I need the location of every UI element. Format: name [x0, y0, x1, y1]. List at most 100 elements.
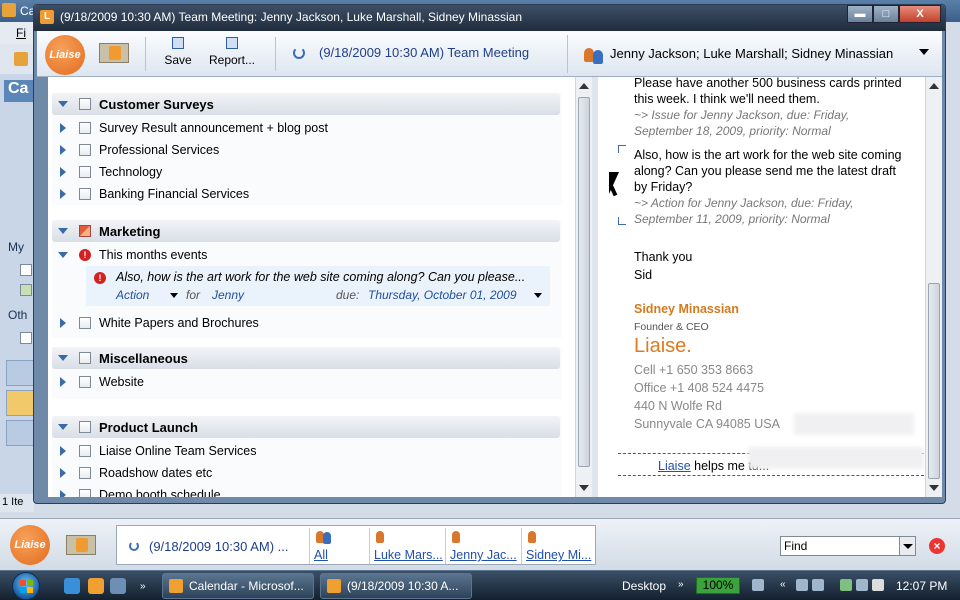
list-item[interactable]: Professional Services — [52, 139, 560, 161]
list-item[interactable]: Banking Financial Services — [52, 183, 560, 205]
attendees-dropdown[interactable]: Jenny Jackson; Luke Marshall; Sidney Min… — [567, 35, 939, 73]
expand-icon[interactable] — [60, 377, 66, 387]
contacts-nav-button[interactable] — [6, 420, 34, 446]
item-checkbox[interactable] — [79, 144, 91, 156]
close-icon[interactable]: × — [929, 538, 945, 554]
taskbar-item-calendar[interactable]: Calendar - Microsof... — [162, 573, 314, 599]
type-dropdown-icon[interactable] — [170, 293, 178, 298]
expand-icon[interactable] — [60, 318, 66, 328]
liaise-toolbar-icon[interactable] — [14, 52, 28, 66]
list-item[interactable]: White Papers and Brochures — [52, 312, 560, 334]
taskbar-item-meeting[interactable]: (9/18/2009 10:30 A... — [320, 573, 472, 599]
power-icon[interactable] — [840, 579, 852, 591]
date-dropdown-icon[interactable] — [534, 293, 542, 298]
group-checkbox[interactable] — [79, 352, 91, 364]
item-checkbox[interactable] — [79, 317, 91, 329]
group-header[interactable]: Marketing — [52, 220, 560, 242]
expand-icon[interactable] — [60, 446, 66, 456]
person-all[interactable]: All — [309, 528, 369, 564]
collapse-icon[interactable] — [58, 424, 68, 430]
volume-icon[interactable] — [872, 579, 884, 591]
person-luke[interactable]: Luke Mars... — [369, 528, 445, 564]
calendar-nav-button[interactable] — [6, 390, 34, 416]
scroll-up-icon[interactable] — [579, 83, 589, 89]
scroll-down-icon[interactable] — [579, 485, 589, 491]
network-icon[interactable] — [752, 579, 764, 591]
collapse-icon[interactable] — [58, 228, 68, 234]
collapse-icon[interactable] — [58, 252, 68, 258]
expand-icon[interactable] — [60, 123, 66, 133]
find-input[interactable]: Find — [780, 536, 916, 556]
item-checkbox[interactable] — [79, 376, 91, 388]
person-jenny[interactable]: Jenny Jac... — [445, 528, 521, 564]
save-button[interactable]: Save — [163, 37, 193, 67]
calendar-checkbox[interactable] — [20, 264, 32, 276]
meeting-link[interactable]: (9/18/2009 10:30 AM) ... — [149, 539, 288, 554]
battery-indicator[interactable]: 100% — [696, 577, 740, 594]
liaise-logo[interactable]: Liaise — [45, 35, 85, 75]
collapse-icon[interactable] — [58, 101, 68, 107]
expand-icon[interactable] — [60, 189, 66, 199]
liaise-logo[interactable]: Liaise — [10, 525, 50, 565]
mail-nav-button[interactable] — [6, 360, 34, 386]
file-menu[interactable]: Fi — [16, 26, 26, 40]
scroll-down-icon[interactable] — [929, 485, 939, 491]
liaise-mail-icon[interactable] — [99, 43, 129, 63]
chevron-right-icon[interactable]: » — [678, 579, 690, 591]
expand-icon[interactable] — [60, 167, 66, 177]
chevron-down-icon[interactable] — [919, 49, 929, 55]
chevron-right-icon[interactable]: » — [140, 581, 150, 592]
list-item[interactable]: ! This months events — [52, 244, 560, 266]
expand-icon[interactable] — [60, 145, 66, 155]
window-titlebar[interactable]: L (9/18/2009 10:30 AM) Team Meeting: Jen… — [34, 5, 945, 31]
item-checkbox[interactable] — [79, 445, 91, 457]
tray-app-icon[interactable] — [796, 579, 808, 591]
list-item[interactable]: Technology — [52, 161, 560, 183]
history-icon[interactable] — [293, 47, 305, 59]
list-item[interactable]: Demo booth schedule — [52, 484, 560, 497]
clock[interactable]: 12:07 PM — [896, 579, 947, 593]
list-item[interactable]: Survey Result announcement + blog post — [52, 117, 560, 139]
ie-icon[interactable] — [64, 578, 80, 594]
group-checkbox[interactable] — [79, 98, 91, 110]
list-item[interactable]: Liaise Online Team Services — [52, 440, 560, 462]
item-checkbox[interactable] — [79, 188, 91, 200]
history-icon[interactable] — [129, 541, 139, 551]
item-checkbox[interactable] — [79, 467, 91, 479]
due-date[interactable]: Thursday, October 01, 2009 — [368, 288, 517, 302]
action-person[interactable]: Jenny — [212, 288, 244, 302]
action-item[interactable]: ! Also, how is the art work for the web … — [86, 266, 550, 306]
group-header[interactable]: Customer Surveys — [52, 93, 560, 115]
chevron-left-icon[interactable]: « — [780, 579, 792, 591]
group-header[interactable]: Miscellaneous — [52, 347, 560, 369]
expand-icon[interactable] — [60, 468, 66, 478]
group-checkbox[interactable] — [79, 225, 91, 237]
person-sidney[interactable]: Sidney Mi... — [521, 528, 595, 564]
minimize-button[interactable]: ▬ — [847, 5, 873, 23]
agenda-scrollbar[interactable] — [575, 77, 592, 497]
report-button[interactable]: Report... — [207, 37, 257, 67]
liaise-link[interactable]: Liaise — [658, 459, 691, 473]
calendar-checkbox-checked[interactable] — [20, 284, 32, 296]
tray-app-icon[interactable] — [856, 579, 868, 591]
desktop-toolbar-label[interactable]: Desktop — [622, 579, 666, 593]
collapse-icon[interactable] — [58, 355, 68, 361]
email-scrollbar[interactable] — [925, 77, 942, 497]
start-button[interactable] — [4, 571, 50, 600]
scroll-thumb[interactable] — [928, 283, 940, 479]
list-item[interactable]: Website — [52, 371, 560, 393]
item-checkbox[interactable] — [79, 122, 91, 134]
list-item[interactable]: Roadshow dates etc — [52, 462, 560, 484]
liaise-quicklaunch-icon[interactable] — [88, 578, 104, 594]
close-button[interactable]: X — [899, 5, 941, 23]
background-menubar[interactable]: Fi — [0, 22, 34, 44]
scroll-up-icon[interactable] — [929, 83, 939, 89]
show-desktop-icon[interactable] — [110, 578, 126, 594]
chevron-down-icon[interactable] — [899, 537, 915, 555]
scroll-thumb[interactable] — [578, 97, 590, 467]
tray-app-icon[interactable] — [812, 579, 824, 591]
group-header[interactable]: Product Launch — [52, 416, 560, 438]
item-checkbox[interactable] — [79, 489, 91, 497]
maximize-button[interactable]: □ — [873, 5, 899, 23]
calendar-checkbox[interactable] — [20, 332, 32, 344]
